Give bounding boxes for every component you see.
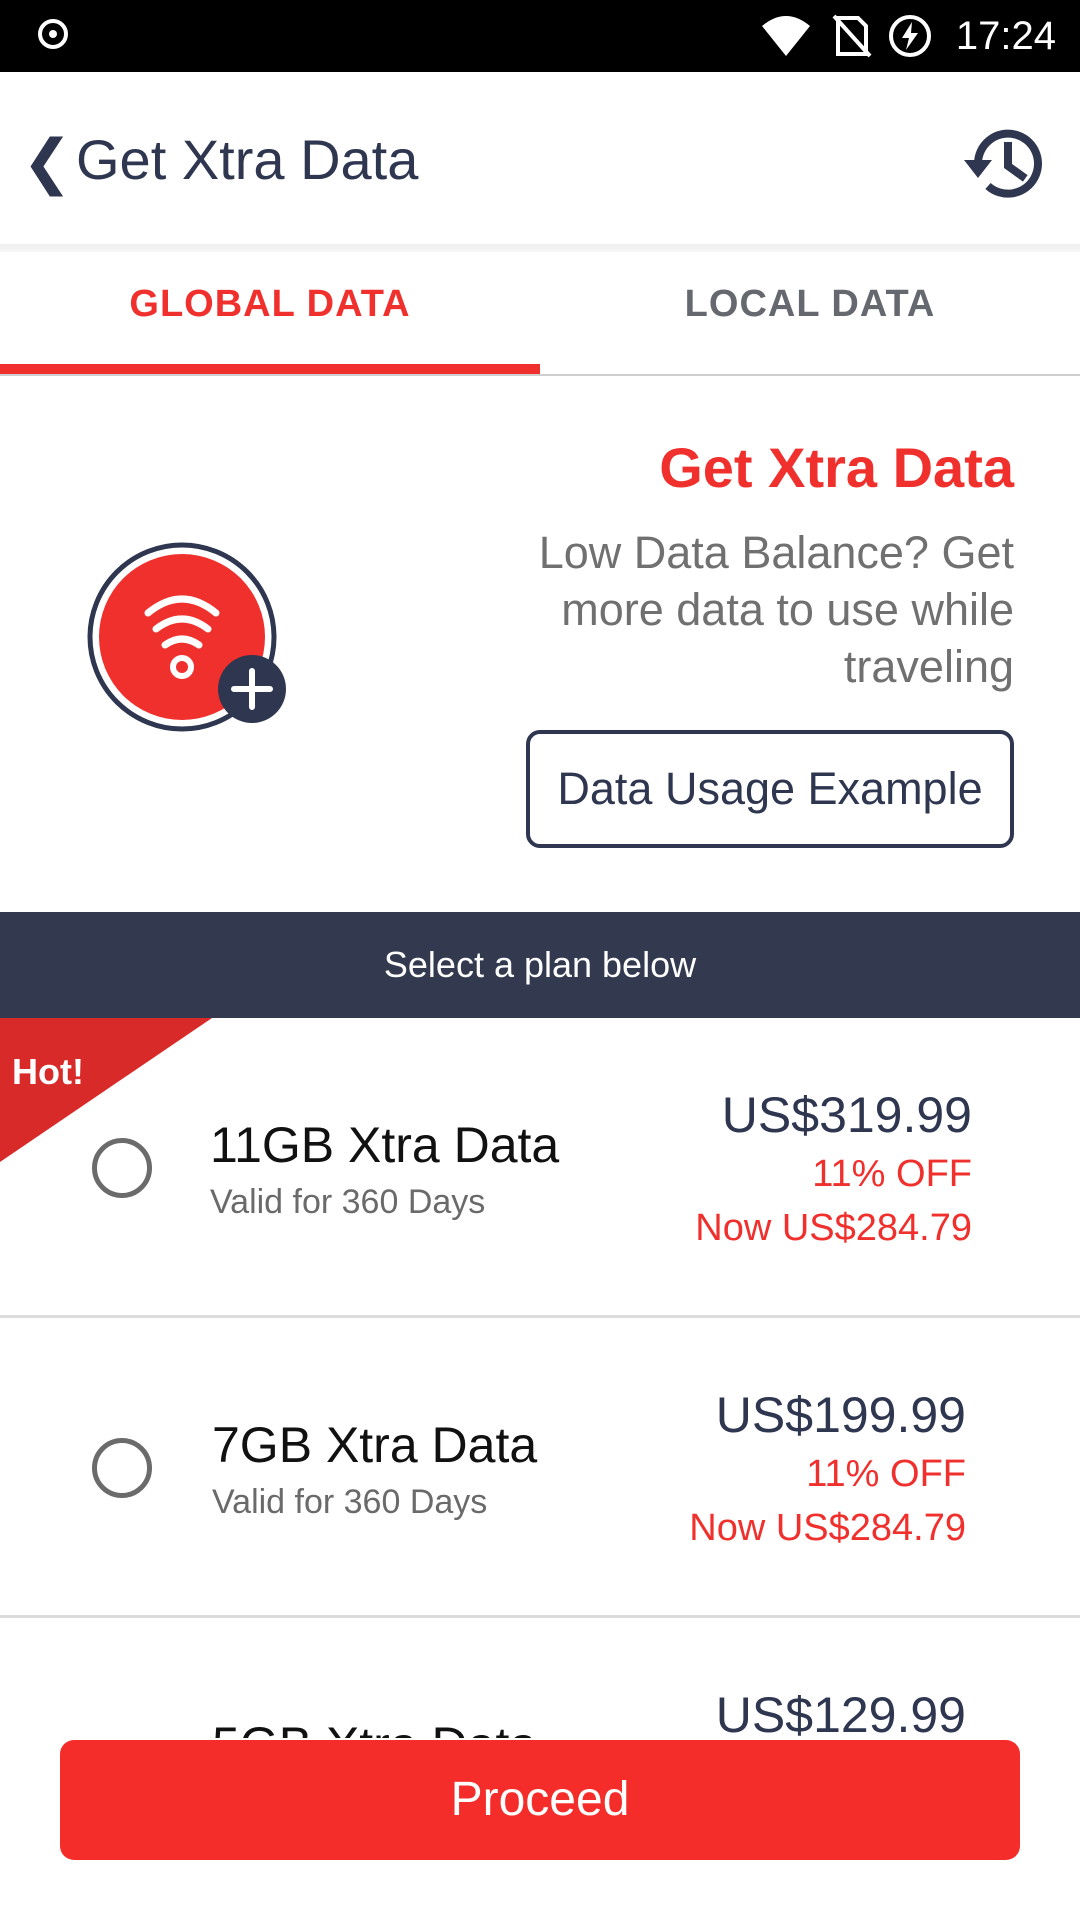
chevron-left-icon[interactable]: ❮	[22, 132, 72, 192]
page-title: Get Xtra Data	[76, 128, 419, 191]
hero-section: Get Xtra Data Low Data Balance? Get more…	[0, 376, 1080, 912]
plan-item-7gb[interactable]: 7GB Xtra Data Valid for 360 Days US$199.…	[0, 1318, 1080, 1618]
proceed-button[interactable]: Proceed	[60, 1740, 1020, 1860]
plan-price: US$319.99	[721, 1087, 972, 1143]
hot-badge: Hot!	[12, 1051, 84, 1092]
data-usage-example-button[interactable]: Data Usage Example	[526, 730, 1014, 848]
no-sim-icon	[832, 14, 872, 58]
status-bar: 17:24	[0, 0, 1080, 72]
location-icon	[38, 19, 68, 49]
battery-charging-icon	[889, 15, 931, 57]
plan-discount: 11% OFF	[812, 1153, 972, 1195]
plan-item-11gb[interactable]: Hot! 11GB Xtra Data Valid for 360 Days U…	[0, 1018, 1080, 1318]
plan-name: 11GB Xtra Data	[210, 1117, 560, 1173]
plan-price: US$199.99	[715, 1387, 966, 1443]
history-icon[interactable]	[956, 116, 1052, 212]
app-bar-divider	[0, 244, 1080, 252]
plan-radio[interactable]	[92, 1438, 152, 1498]
plan-discount: 11% OFF	[806, 1453, 966, 1495]
tab-bar: GLOBAL DATA LOCAL DATA	[0, 252, 1080, 376]
tab-global-data[interactable]: GLOBAL DATA	[0, 252, 540, 374]
plan-radio[interactable]	[92, 1138, 152, 1198]
hero-description: Low Data Balance? Get more data to use w…	[538, 527, 1014, 692]
wifi-plus-icon	[87, 542, 286, 732]
status-time: 17:24	[955, 14, 1056, 58]
wifi-icon	[762, 16, 810, 56]
plan-now-price: Now US$284.79	[689, 1507, 966, 1549]
tab-local-data[interactable]: LOCAL DATA	[540, 252, 1080, 374]
plan-validity: Valid for 360 Days	[212, 1483, 488, 1521]
plan-name: 7GB Xtra Data	[212, 1417, 538, 1473]
plan-price: US$129.99	[715, 1687, 966, 1743]
select-plan-banner: Select a plan below	[0, 912, 1080, 1018]
plan-validity: Valid for 360 Days	[210, 1183, 486, 1221]
hero-title: Get Xtra Data	[659, 436, 1014, 499]
plan-now-price: Now US$284.79	[695, 1207, 972, 1249]
tab-indicator	[0, 364, 540, 374]
app-bar: ❮ Get Xtra Data	[0, 72, 1080, 244]
